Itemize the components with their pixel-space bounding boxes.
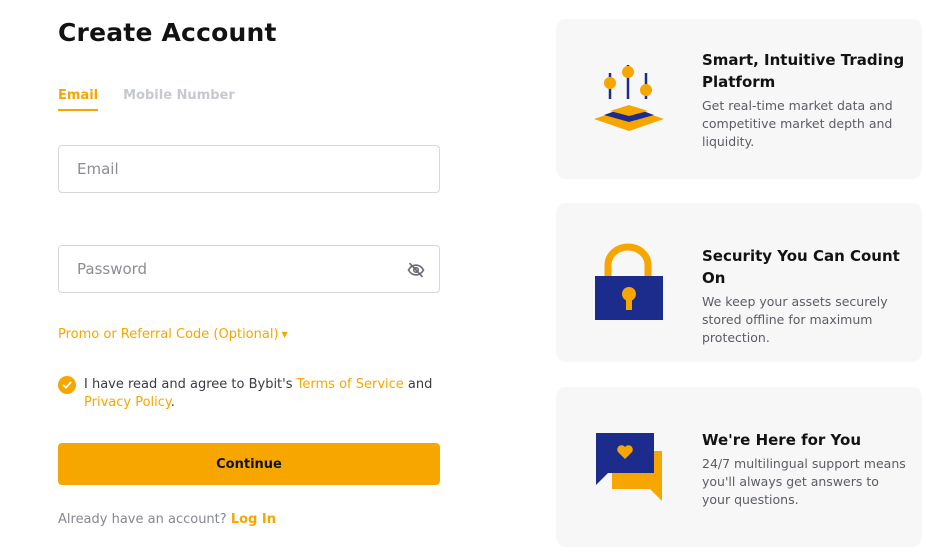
feature-title: We're Here for You <box>702 431 862 449</box>
password-field-container <box>58 245 440 293</box>
tab-mobile-number[interactable]: Mobile Number <box>123 88 235 111</box>
caret-down-icon: ▼ <box>281 330 288 339</box>
feature-card-security: Security You Can Count On We keep your a… <box>556 203 922 362</box>
feature-description: Get real-time market data and competitiv… <box>702 98 893 149</box>
login-prompt: Already have an account? Log In <box>58 512 276 527</box>
padlock-icon <box>595 243 663 320</box>
checkmark-icon <box>62 381 72 389</box>
agreement-text: I have read and agree to Bybit's Terms o… <box>84 376 438 412</box>
agreement-prefix: I have read and agree to Bybit's <box>84 377 293 392</box>
eye-off-icon[interactable] <box>407 261 425 279</box>
password-input[interactable] <box>59 246 439 292</box>
login-prompt-text: Already have an account? <box>58 512 227 527</box>
privacy-policy-link[interactable]: Privacy Policy <box>84 395 171 410</box>
feature-title: Smart, Intuitive Trading Platform <box>702 51 905 91</box>
email-field-container <box>58 145 440 193</box>
agree-checkbox[interactable] <box>58 376 76 394</box>
email-input[interactable] <box>59 146 439 192</box>
signup-method-tabs: Email Mobile Number <box>58 88 235 111</box>
tab-email[interactable]: Email <box>58 88 99 111</box>
feature-title: Security You Can Count On <box>702 247 900 287</box>
terms-of-service-link[interactable]: Terms of Service <box>297 377 404 392</box>
feature-description: We keep your assets securely stored offl… <box>702 294 888 345</box>
agreement-suffix: . <box>170 395 175 410</box>
feature-card-trading: Smart, Intuitive Trading Platform Get re… <box>556 19 922 179</box>
promo-code-label: Promo or Referral Code (Optional) <box>58 327 279 342</box>
terms-agreement: I have read and agree to Bybit's Terms o… <box>58 376 438 412</box>
continue-button[interactable]: Continue <box>58 443 440 485</box>
agreement-and: and <box>407 377 433 392</box>
feature-card-support: We're Here for You 24/7 multilingual sup… <box>556 387 922 547</box>
log-in-link[interactable]: Log In <box>231 512 276 527</box>
page-title: Create Account <box>58 18 277 47</box>
promo-code-toggle[interactable]: Promo or Referral Code (Optional) ▼ <box>58 327 288 342</box>
feature-description: 24/7 multilingual support means you'll a… <box>702 456 906 507</box>
trading-platform-icon <box>594 65 664 131</box>
chat-heart-icon <box>596 433 662 501</box>
